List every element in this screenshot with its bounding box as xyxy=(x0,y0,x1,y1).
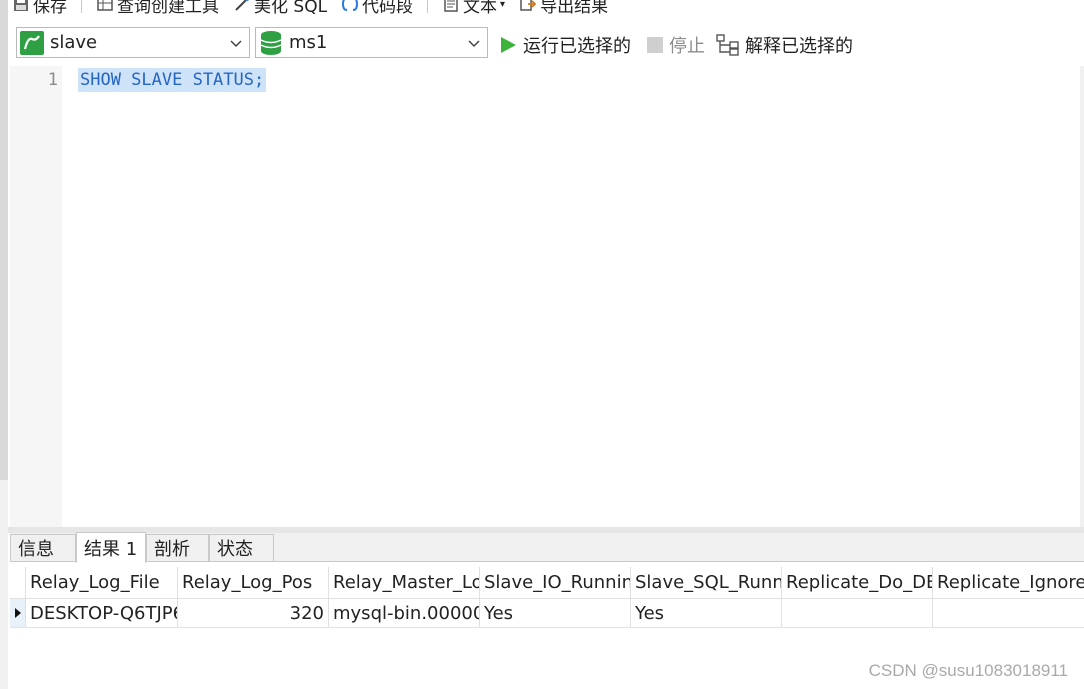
table-cell[interactable]: 320 xyxy=(178,599,329,627)
save-label: 保存 xyxy=(33,0,67,17)
chevron-down-icon xyxy=(230,40,242,48)
chevron-down-icon xyxy=(468,40,480,48)
connection-value: slave xyxy=(50,32,98,53)
explain-selected-button[interactable]: 解释已选择的 xyxy=(716,32,853,58)
sql-code-selected[interactable]: SHOW SLAVE STATUS; xyxy=(78,68,267,92)
stop-button[interactable]: 停止 xyxy=(646,32,705,58)
line-gutter: 1 xyxy=(10,66,62,527)
table-row[interactable]: DESKTOP-Q6TJP6 320 mysql-bin.000001 Yes … xyxy=(10,599,1084,628)
tab-profile-label: 剖析 xyxy=(154,539,190,560)
watermark: CSDN @susu1083018911 xyxy=(868,661,1068,680)
toolbar-divider xyxy=(427,0,429,13)
code-snippet-icon xyxy=(342,0,359,11)
play-icon xyxy=(501,37,516,53)
table-cell[interactable] xyxy=(782,599,933,627)
save-icon xyxy=(14,0,28,11)
tab-result-1[interactable]: 结果 1 xyxy=(76,532,146,563)
row-indicator[interactable] xyxy=(10,599,26,627)
beautify-sql-button[interactable]: 美化 SQL xyxy=(229,0,331,17)
window-edge-lower xyxy=(0,480,8,689)
database-select[interactable]: ms1 xyxy=(255,27,488,58)
stop-icon xyxy=(647,37,663,53)
query-toolbar: slave ms1 运行已选择的 停止 解释已选择的 xyxy=(8,24,1084,62)
table-cell[interactable]: mysql-bin.000001 xyxy=(329,599,480,627)
tab-result-1-label: 结果 1 xyxy=(84,539,138,560)
beautify-icon xyxy=(235,0,249,11)
query-builder-button[interactable]: 查询创建工具 xyxy=(92,0,223,17)
column-header[interactable]: Slave_SQL_Running xyxy=(631,567,782,598)
column-header[interactable]: Replicate_Do_DB xyxy=(782,567,933,598)
text-icon xyxy=(444,0,458,12)
export-result-label: 导出结果 xyxy=(540,0,609,17)
query-builder-label: 查询创建工具 xyxy=(117,0,219,17)
main-toolbar: 保存 查询创建工具 美化 SQL 代码段 文本 ▾ 导出结果 xyxy=(8,0,1084,17)
result-tabs: 信息 结果 1 剖析 状态 xyxy=(10,532,1084,563)
grid-header: Relay_Log_File Relay_Log_Pos Relay_Maste… xyxy=(10,567,1084,599)
database-icon xyxy=(260,30,282,55)
line-number: 1 xyxy=(47,70,58,90)
table-cell[interactable]: DESKTOP-Q6TJP6 xyxy=(26,599,178,627)
table-cell[interactable]: Yes xyxy=(631,599,782,627)
text-mode-label: 文本 xyxy=(463,0,498,17)
tab-profile[interactable]: 剖析 xyxy=(146,534,209,562)
tab-info[interactable]: 信息 xyxy=(10,534,76,562)
text-mode-button[interactable]: 文本 ▾ xyxy=(438,0,509,17)
window-edge xyxy=(0,0,8,480)
header-corner xyxy=(10,567,26,598)
explain-selected-label: 解释已选择的 xyxy=(745,36,853,57)
column-header[interactable]: Relay_Log_File xyxy=(26,567,178,598)
run-selected-label: 运行已选择的 xyxy=(523,36,631,57)
tab-info-label: 信息 xyxy=(18,539,54,560)
column-header[interactable]: Slave_IO_Running xyxy=(480,567,631,598)
editor-scrollbar[interactable] xyxy=(1080,66,1084,527)
table-cell[interactable]: Yes xyxy=(480,599,631,627)
connection-select[interactable]: slave xyxy=(16,27,250,58)
toolbar-divider xyxy=(81,0,82,13)
sql-editor[interactable]: 1 SHOW SLAVE STATUS; xyxy=(10,66,1084,527)
dropdown-arrow-icon: ▾ xyxy=(500,0,506,10)
export-icon xyxy=(520,0,537,11)
column-header[interactable]: Replicate_Ignore_DB xyxy=(933,567,1084,598)
export-result-button[interactable]: 导出结果 xyxy=(515,0,612,17)
explain-icon xyxy=(716,34,739,56)
stop-label: 停止 xyxy=(669,36,705,57)
tab-status-label: 状态 xyxy=(217,539,253,560)
code-snippet-label: 代码段 xyxy=(362,0,414,17)
save-button[interactable]: 保存 xyxy=(8,0,71,17)
code-snippet-button[interactable]: 代码段 xyxy=(337,0,417,17)
tab-status[interactable]: 状态 xyxy=(209,534,274,562)
table-cell[interactable] xyxy=(933,599,1084,627)
column-header[interactable]: Relay_Log_Pos xyxy=(178,567,329,598)
query-builder-icon xyxy=(97,0,113,11)
column-header[interactable]: Relay_Master_Log_File xyxy=(329,567,480,598)
mysql-connection-icon xyxy=(20,30,44,55)
run-selected-button[interactable]: 运行已选择的 xyxy=(498,32,631,58)
current-row-icon xyxy=(15,608,21,618)
beautify-sql-label: 美化 SQL xyxy=(254,0,328,17)
database-value: ms1 xyxy=(289,32,328,53)
